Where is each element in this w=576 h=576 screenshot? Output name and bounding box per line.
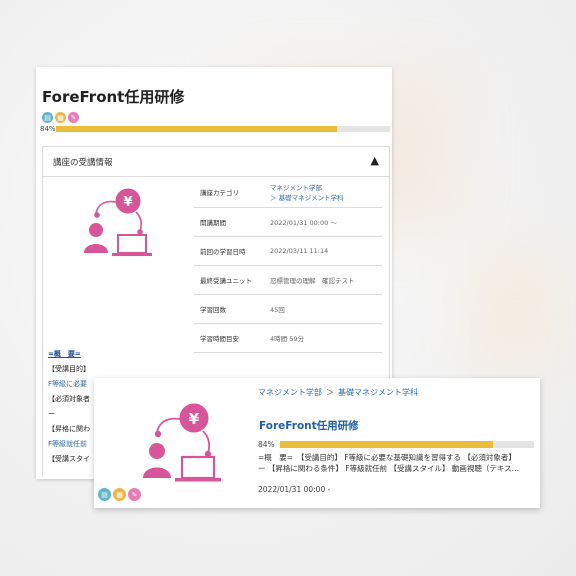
course-title: ForeFront任用研修 [42,88,185,106]
accordion-header[interactable]: 講座の受講情報 ▲ [43,147,389,177]
info-key: 学習時間目安 [200,335,239,343]
info-row-time: 学習時間目安 4時間 59分 [194,324,382,353]
info-value: 忍標管理の理解 確認テスト [270,277,355,285]
svg-text:¥: ¥ [189,410,200,428]
background-blur [470,250,560,370]
svg-text:¥: ¥ [123,195,132,210]
course-description: =概 要= 【受講目的】 F等級に必要な基礎知識を習得する 【必須対象者】 ー … [258,452,536,474]
info-row-last-study: 前回の学習日時 2022/03/11 11:14 [194,237,382,266]
document-icon: ▦ [55,112,66,123]
breadcrumb-separator: ＞ [326,388,334,397]
description-line: ー 【昇格に関わる条件】 F等級就任前 【受講スタイル】 動画視聴（テキス… [258,464,520,473]
book-icon: ▤ [42,112,53,123]
breadcrumb: マネジメント学部 ＞ 基礎マネジメント学科 [258,387,418,398]
info-key: 前回の学習日時 [200,248,246,256]
progress-bar [56,126,390,132]
course-info-table: 講座カテゴリ マネジメント学部 ＞ 基礎マネジメント学科 開講期間 2022/0… [194,177,382,353]
progress-label: 84% [258,440,275,449]
course-start-date: 2022/01/31 00:00 - [258,485,331,494]
book-icon: ▤ [98,488,111,501]
progress-fill [280,441,494,448]
chevron-up-icon[interactable]: ▲ [371,154,379,167]
overview-line: 【受講スタイ [48,455,90,463]
info-row-last-unit: 最終受講ユニット 忍標管理の理解 確認テスト [194,266,382,295]
info-row-category: 講座カテゴリ マネジメント学部 ＞ 基礎マネジメント学科 [194,177,382,208]
description-line: =概 要= 【受講目的】 F等級に必要な基礎知識を習得する 【必須対象者】 [258,453,516,462]
course-thumbnail: ¥ [106,388,248,492]
progress-bar [280,441,534,448]
overview-line: 【必須対象者 [48,395,90,403]
overview-line: F等級に必要 [48,380,88,388]
breadcrumb-item[interactable]: 基礎マネジメント学科 [338,388,418,397]
course-overview: =概 要= 【受講目的】 F等級に必要 【必須対象者 ー 【昇格に関わ F等級就… [48,347,90,467]
category-link[interactable]: マネジメント学部 [270,182,382,192]
course-type-icons: ▤ ▦ ✎ [98,488,141,501]
pen-icon: ✎ [68,112,79,123]
info-key: 開講期間 [200,219,226,227]
pen-icon: ✎ [128,488,141,501]
course-illustration: ¥ [84,188,152,256]
subcategory-link[interactable]: ＞ 基礎マネジメント学科 [270,192,382,202]
course-type-icons: ▤ ▦ ✎ [42,112,79,123]
course-list-card[interactable]: ¥ ▤ ▦ ✎ マネジメント学部 ＞ 基礎マネジメント学科 ForeFront任用研… [94,378,540,508]
overview-line: 【受講目的】 [48,365,90,373]
info-row-count: 学習回数 45回 [194,295,382,324]
overview-line: ー [48,410,55,418]
info-value: 4時間 59分 [270,335,304,343]
info-value: 45回 [270,306,285,314]
info-value: 2022/01/31 00:00 〜 [270,219,337,227]
document-icon: ▦ [113,488,126,501]
info-row-period: 開講期間 2022/01/31 00:00 〜 [194,208,382,237]
progress-fill [56,126,337,132]
progress-label: 84% [40,125,56,133]
info-value: マネジメント学部 ＞ 基礎マネジメント学科 [270,182,382,202]
info-key: 最終受講ユニット [200,277,252,285]
overview-line: F等級就任前 [48,440,88,448]
info-key: 学習回数 [200,306,226,314]
info-key: 講座カテゴリ [200,189,239,197]
overview-title: =概 要= [48,350,81,358]
breadcrumb-item[interactable]: マネジメント学部 [258,388,322,397]
course-title-link[interactable]: ForeFront任用研修 [259,418,359,433]
info-value: 2022/03/11 11:14 [270,247,329,255]
overview-line: 【昇格に関わ [48,425,90,433]
accordion-title: 講座の受講情報 [53,158,113,168]
